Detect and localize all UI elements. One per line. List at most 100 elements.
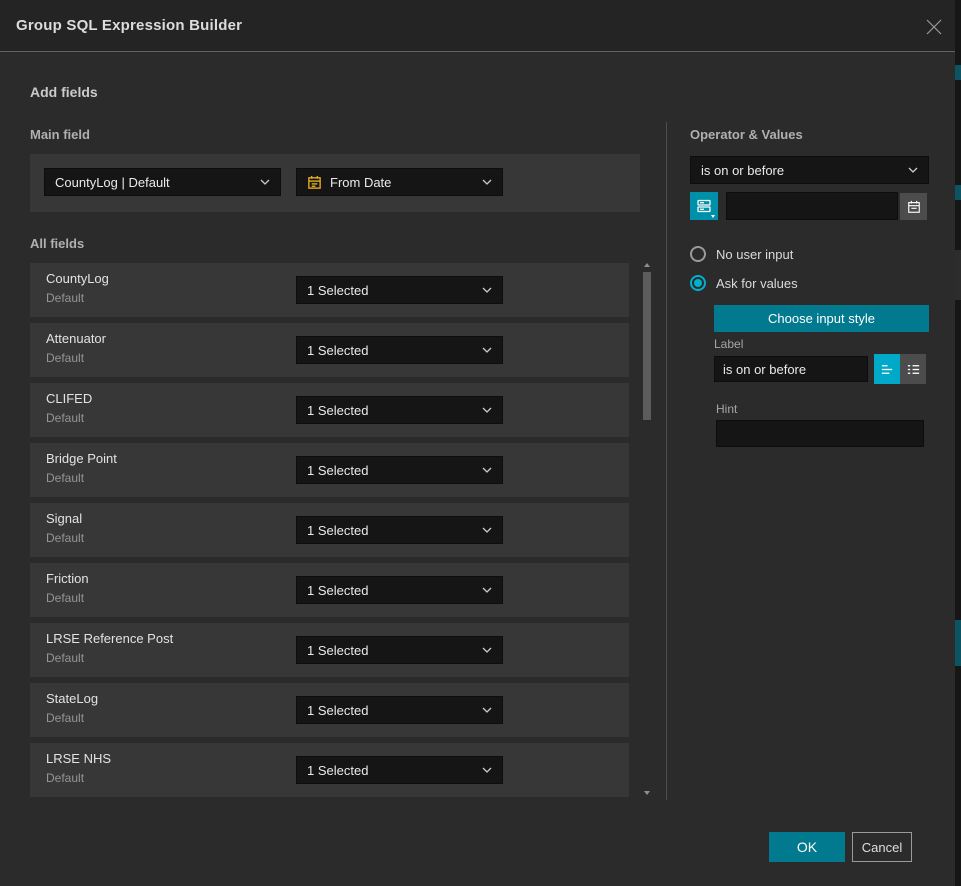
strip-accent bbox=[955, 185, 961, 200]
panel-divider bbox=[666, 122, 667, 800]
chevron-down-icon bbox=[260, 179, 270, 185]
field-type: Default bbox=[46, 771, 84, 785]
field-row-attenuator: Attenuator Default 1 Selected bbox=[30, 323, 629, 377]
field-selection-value: 1 Selected bbox=[307, 643, 482, 658]
field-type: Default bbox=[46, 471, 84, 485]
field-row-signal: Signal Default 1 Selected bbox=[30, 503, 629, 557]
field-selection-value: 1 Selected bbox=[307, 463, 482, 478]
field-type: Default bbox=[46, 351, 84, 365]
value-input-style-button[interactable] bbox=[690, 192, 718, 220]
chevron-down-icon bbox=[482, 707, 492, 713]
chevron-down-icon bbox=[482, 647, 492, 653]
field-name: Signal bbox=[46, 511, 82, 526]
ok-button[interactable]: OK bbox=[769, 832, 845, 862]
chevron-down-icon bbox=[482, 467, 492, 473]
field-selection-dropdown[interactable]: 1 Selected bbox=[296, 696, 503, 724]
field-type: Default bbox=[46, 711, 84, 725]
field-selection-dropdown[interactable]: 1 Selected bbox=[296, 576, 503, 604]
close-icon bbox=[925, 18, 943, 36]
background-app-strip bbox=[955, 0, 961, 886]
operator-select-value: is on or before bbox=[701, 163, 908, 178]
main-field-panel: CountyLog | Default From Date bbox=[30, 154, 640, 212]
radio-label: Ask for values bbox=[716, 276, 798, 291]
field-selection-dropdown[interactable]: 1 Selected bbox=[296, 636, 503, 664]
radio-label: No user input bbox=[716, 247, 793, 262]
field-name: Attenuator bbox=[46, 331, 106, 346]
chevron-down-icon bbox=[482, 287, 492, 293]
mini-caret-icon bbox=[711, 215, 715, 218]
chevron-down-icon bbox=[482, 527, 492, 533]
field-selection-dropdown[interactable]: 1 Selected bbox=[296, 456, 503, 484]
operator-select[interactable]: is on or before bbox=[690, 156, 929, 184]
field-name: Friction bbox=[46, 571, 89, 586]
main-field-select-value: From Date bbox=[330, 175, 482, 190]
main-field-select[interactable]: From Date bbox=[296, 168, 503, 196]
chevron-down-icon bbox=[482, 407, 492, 413]
field-type: Default bbox=[46, 531, 84, 545]
calendar-icon bbox=[907, 200, 921, 214]
field-selection-value: 1 Selected bbox=[307, 703, 482, 718]
chevron-down-icon bbox=[482, 347, 492, 353]
field-type: Default bbox=[46, 651, 84, 665]
field-selection-dropdown[interactable]: 1 Selected bbox=[296, 756, 503, 784]
label-style-text-button[interactable] bbox=[874, 354, 900, 384]
add-fields-heading: Add fields bbox=[30, 84, 98, 100]
hint-caption: Hint bbox=[716, 402, 737, 416]
field-selection-value: 1 Selected bbox=[307, 523, 482, 538]
field-row-friction: Friction Default 1 Selected bbox=[30, 563, 629, 617]
date-picker-button[interactable] bbox=[900, 193, 927, 220]
field-selection-dropdown[interactable]: 1 Selected bbox=[296, 396, 503, 424]
dataset-select[interactable]: CountyLog | Default bbox=[44, 168, 281, 196]
chevron-down-icon bbox=[908, 167, 918, 173]
field-selection-value: 1 Selected bbox=[307, 763, 482, 778]
field-selection-dropdown[interactable]: 1 Selected bbox=[296, 276, 503, 304]
strip-accent bbox=[955, 65, 961, 80]
scroll-down-arrow-icon[interactable] bbox=[644, 791, 650, 795]
dialog-title: Group SQL Expression Builder bbox=[16, 0, 242, 52]
choose-input-style-button[interactable]: Choose input style bbox=[714, 305, 929, 332]
cancel-button[interactable]: Cancel bbox=[852, 832, 912, 862]
chevron-down-icon bbox=[482, 587, 492, 593]
field-name: CountyLog bbox=[46, 271, 109, 286]
list-icon bbox=[906, 362, 921, 377]
radio-no-user-input[interactable]: No user input bbox=[690, 246, 793, 262]
field-name: LRSE Reference Post bbox=[46, 631, 173, 646]
field-selection-value: 1 Selected bbox=[307, 403, 482, 418]
chevron-down-icon bbox=[482, 767, 492, 773]
field-row-countylog: CountyLog Default 1 Selected bbox=[30, 263, 629, 317]
label-style-list-button[interactable] bbox=[900, 354, 926, 384]
strip-block bbox=[955, 250, 961, 300]
close-button[interactable] bbox=[922, 15, 946, 39]
field-type: Default bbox=[46, 291, 84, 305]
main-field-heading: Main field bbox=[30, 127, 90, 142]
field-row-lrse-nhs: LRSE NHS Default 1 Selected bbox=[30, 743, 629, 797]
align-left-lines-icon bbox=[880, 362, 895, 377]
chevron-down-icon bbox=[482, 179, 492, 185]
calendar-date-icon bbox=[307, 175, 322, 190]
label-caption: Label bbox=[714, 337, 743, 351]
field-row-bridge-point: Bridge Point Default 1 Selected bbox=[30, 443, 629, 497]
field-name: LRSE NHS bbox=[46, 751, 111, 766]
field-name: StateLog bbox=[46, 691, 98, 706]
field-row-lrse-reference-post: LRSE Reference Post Default 1 Selected bbox=[30, 623, 629, 677]
strip-accent bbox=[955, 620, 961, 666]
hint-input[interactable] bbox=[716, 420, 924, 447]
unique-values-icon bbox=[696, 198, 712, 214]
field-selection-dropdown[interactable]: 1 Selected bbox=[296, 516, 503, 544]
screen: Group SQL Expression Builder Add fields … bbox=[0, 0, 961, 886]
field-type: Default bbox=[46, 591, 84, 605]
scroll-up-arrow-icon[interactable] bbox=[644, 263, 650, 267]
field-row-statelog: StateLog Default 1 Selected bbox=[30, 683, 629, 737]
scrollbar-thumb[interactable] bbox=[643, 272, 651, 420]
field-selection-dropdown[interactable]: 1 Selected bbox=[296, 336, 503, 364]
label-input[interactable] bbox=[714, 356, 868, 382]
field-name: Bridge Point bbox=[46, 451, 117, 466]
operator-values-heading: Operator & Values bbox=[690, 127, 803, 142]
radio-on-icon bbox=[690, 275, 706, 291]
radio-off-icon bbox=[690, 246, 706, 262]
value-input[interactable] bbox=[726, 192, 898, 220]
radio-ask-for-values[interactable]: Ask for values bbox=[690, 275, 798, 291]
all-fields-heading: All fields bbox=[30, 236, 84, 251]
list-scrollbar[interactable] bbox=[643, 263, 651, 795]
field-selection-value: 1 Selected bbox=[307, 283, 482, 298]
